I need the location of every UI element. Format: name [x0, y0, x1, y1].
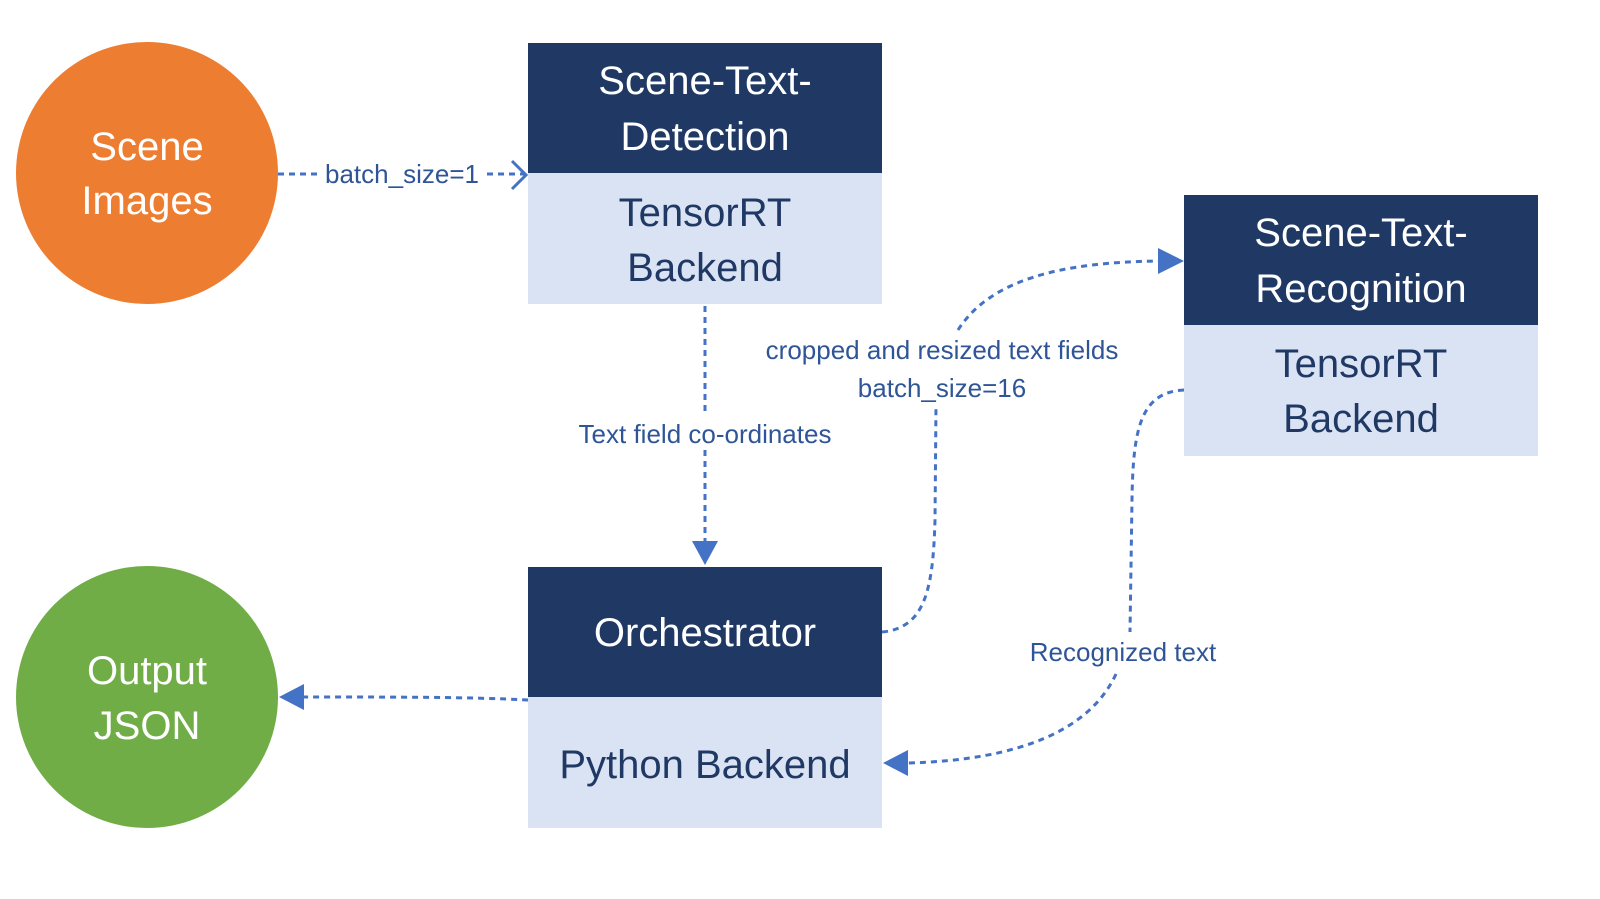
scene-images-label-2: Images [81, 179, 212, 223]
output-json-label-1: Output [87, 649, 207, 693]
detection-backend-1: TensorRT [619, 191, 792, 235]
orchestrator-backend: Python Backend [559, 743, 850, 787]
edge-images-to-detection: batch_size=1 [278, 159, 529, 191]
edge-label-text-field-coordinates: Text field co-ordinates [579, 419, 832, 449]
edge-label-cropped-text-fields: cropped and resized text fields [766, 335, 1119, 365]
detection-title-1: Scene-Text- [598, 59, 811, 103]
orchestrator-title: Orchestrator [594, 611, 816, 655]
detection-node: Scene-Text- Detection TensorRT Backend [528, 43, 882, 304]
arrowhead-icon [1158, 248, 1184, 274]
scene-images-node: Scene Images [16, 42, 278, 304]
edge-label-batch-1: batch_size=1 [325, 159, 479, 189]
recognition-title-1: Scene-Text- [1254, 211, 1467, 255]
arrowhead-icon [692, 541, 718, 565]
recognition-title-2: Recognition [1255, 267, 1466, 311]
detection-backend-2: Backend [627, 246, 783, 290]
arrowhead-icon [279, 684, 304, 710]
edge-recognition-to-orchestrator: Recognized text [883, 388, 1217, 776]
edge-label-recognized-text: Recognized text [1030, 637, 1217, 667]
recognition-backend-2: Backend [1283, 397, 1439, 441]
pipeline-diagram: Scene Images Output JSON Scene-Text- Det… [16, 42, 1538, 828]
edge-label-batch-16: batch_size=16 [858, 373, 1026, 403]
recognition-node: Scene-Text- Recognition TensorRT Backend [1184, 195, 1538, 456]
edge-orchestrator-to-output [279, 684, 529, 710]
output-json-node: Output JSON [16, 566, 278, 828]
detection-title-2: Detection [621, 115, 790, 159]
orchestrator-node: Orchestrator Python Backend [528, 567, 882, 828]
scene-images-label-1: Scene [90, 125, 203, 169]
arrowhead-icon [883, 750, 908, 776]
output-json-label-2: JSON [94, 704, 201, 748]
recognition-backend-1: TensorRT [1275, 342, 1448, 386]
